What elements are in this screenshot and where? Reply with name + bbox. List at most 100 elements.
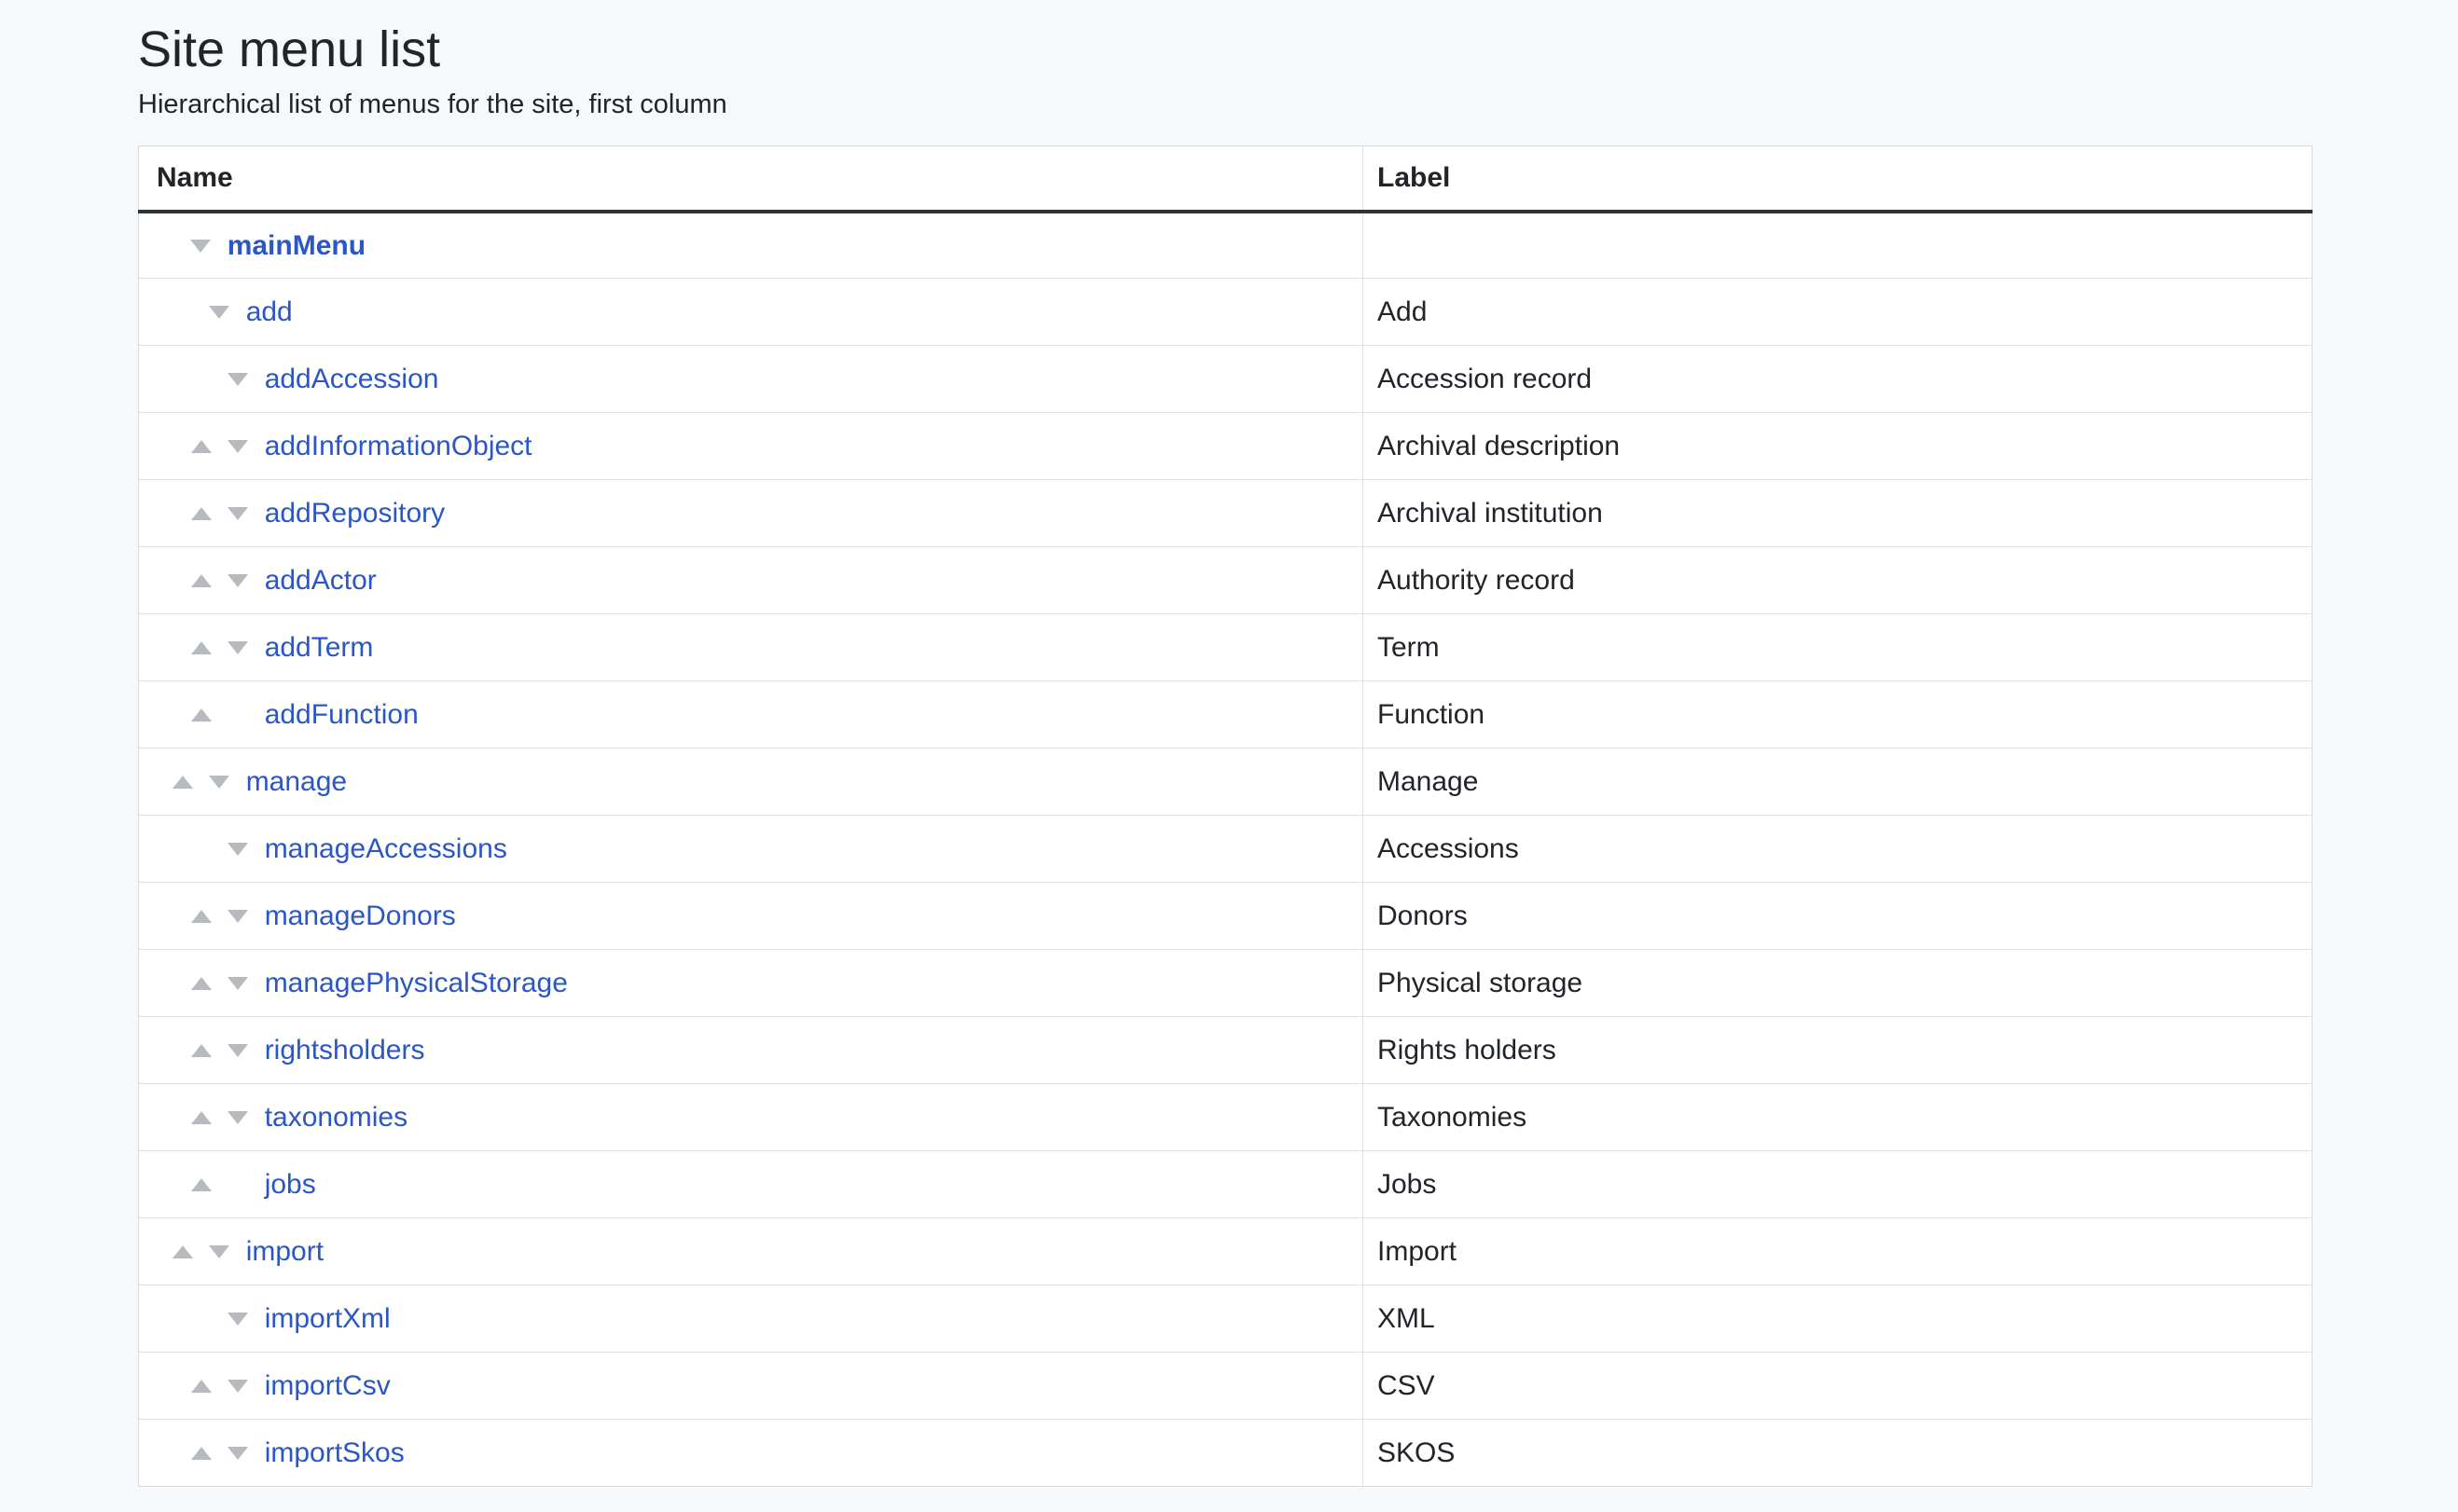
menu-name-cell: add bbox=[139, 279, 1363, 346]
table-row: add Add bbox=[139, 279, 2313, 346]
menu-name-link[interactable]: importXml bbox=[265, 1303, 391, 1334]
move-down-icon[interactable] bbox=[209, 306, 229, 319]
table-row: addInformationObject Archival descriptio… bbox=[139, 413, 2313, 480]
move-down-icon[interactable] bbox=[228, 910, 248, 923]
menu-name-link[interactable]: addActor bbox=[265, 565, 377, 596]
menu-name-link[interactable]: addFunction bbox=[265, 699, 419, 730]
menu-label: CSV bbox=[1363, 1353, 2313, 1420]
table-row: importXml XML bbox=[139, 1285, 2313, 1353]
menu-name-link[interactable]: addAccession bbox=[265, 364, 439, 394]
move-down-icon[interactable] bbox=[228, 507, 248, 520]
menu-label: XML bbox=[1363, 1285, 2313, 1353]
move-up-icon[interactable] bbox=[191, 1447, 212, 1460]
table-row: jobs Jobs bbox=[139, 1151, 2313, 1218]
menu-label: Taxonomies bbox=[1363, 1084, 2313, 1151]
move-up-icon[interactable] bbox=[191, 708, 212, 722]
menu-label: Import bbox=[1363, 1218, 2313, 1285]
menu-name-link[interactable]: rightsholders bbox=[265, 1035, 425, 1065]
move-down-icon[interactable] bbox=[228, 977, 248, 990]
move-down-icon[interactable] bbox=[228, 1380, 248, 1393]
move-down-icon[interactable] bbox=[228, 1044, 248, 1057]
table-row: mainMenu bbox=[139, 212, 2313, 279]
move-down-icon[interactable] bbox=[190, 240, 211, 253]
menu-label: Term bbox=[1363, 614, 2313, 681]
table-row: addAccession Accession record bbox=[139, 346, 2313, 413]
move-up-icon[interactable] bbox=[191, 574, 212, 587]
menu-name-cell: mainMenu bbox=[139, 212, 1363, 279]
table-body: mainMenu add Add addAccession Accession … bbox=[139, 212, 2313, 1487]
menu-name-link[interactable]: manageDonors bbox=[265, 900, 456, 931]
move-up-icon[interactable] bbox=[191, 1380, 212, 1393]
menu-name-link[interactable]: manageAccessions bbox=[265, 833, 507, 864]
menu-name-cell: importCsv bbox=[139, 1353, 1363, 1420]
move-up-icon[interactable] bbox=[191, 440, 212, 453]
menu-name-link[interactable]: importCsv bbox=[265, 1370, 391, 1401]
move-up-icon[interactable] bbox=[191, 507, 212, 520]
menu-name-link[interactable]: taxonomies bbox=[265, 1102, 407, 1133]
menu-name-link[interactable]: addRepository bbox=[265, 498, 445, 529]
menu-name-cell: addRepository bbox=[139, 480, 1363, 547]
menu-name-cell: managePhysicalStorage bbox=[139, 950, 1363, 1017]
menu-label: Archival description bbox=[1363, 413, 2313, 480]
menu-name-cell: rightsholders bbox=[139, 1017, 1363, 1084]
move-up-icon[interactable] bbox=[191, 641, 212, 654]
menu-name-cell: manage bbox=[139, 749, 1363, 816]
column-header-name: Name bbox=[139, 145, 1363, 212]
menu-label: Donors bbox=[1363, 883, 2313, 950]
move-up-icon[interactable] bbox=[191, 977, 212, 990]
site-menu-table: Name Label mainMenu add Add addAccession… bbox=[138, 145, 2313, 1488]
menu-label: Archival institution bbox=[1363, 480, 2313, 547]
table-row: manage Manage bbox=[139, 749, 2313, 816]
menu-name-cell: manageAccessions bbox=[139, 816, 1363, 883]
menu-name-cell: addActor bbox=[139, 547, 1363, 614]
menu-name-cell: addFunction bbox=[139, 681, 1363, 749]
menu-label: Accession record bbox=[1363, 346, 2313, 413]
move-down-icon[interactable] bbox=[228, 843, 248, 856]
table-row: managePhysicalStorage Physical storage bbox=[139, 950, 2313, 1017]
move-up-icon[interactable] bbox=[173, 1245, 193, 1258]
move-down-icon[interactable] bbox=[209, 1245, 229, 1258]
table-row: import Import bbox=[139, 1218, 2313, 1285]
menu-label: Authority record bbox=[1363, 547, 2313, 614]
table-header: Name Label bbox=[139, 145, 2313, 212]
table-row: addFunction Function bbox=[139, 681, 2313, 749]
page-subtitle: Hierarchical list of menus for the site,… bbox=[138, 88, 2313, 123]
move-down-icon[interactable] bbox=[228, 1447, 248, 1460]
move-up-icon[interactable] bbox=[191, 1111, 212, 1124]
table-row: manageDonors Donors bbox=[139, 883, 2313, 950]
menu-label: Manage bbox=[1363, 749, 2313, 816]
menu-label: Rights holders bbox=[1363, 1017, 2313, 1084]
table-row: addTerm Term bbox=[139, 614, 2313, 681]
menu-name-link[interactable]: jobs bbox=[265, 1169, 316, 1200]
menu-label: Add bbox=[1363, 279, 2313, 346]
menu-name-cell: addAccession bbox=[139, 346, 1363, 413]
menu-name-cell: import bbox=[139, 1218, 1363, 1285]
move-down-icon[interactable] bbox=[228, 440, 248, 453]
menu-label: SKOS bbox=[1363, 1420, 2313, 1487]
move-down-icon[interactable] bbox=[228, 641, 248, 654]
move-up-icon[interactable] bbox=[173, 776, 193, 789]
move-down-icon[interactable] bbox=[228, 1313, 248, 1326]
move-down-icon[interactable] bbox=[209, 776, 229, 789]
menu-name-link[interactable]: manage bbox=[246, 766, 347, 797]
move-down-icon[interactable] bbox=[228, 373, 248, 386]
move-down-icon[interactable] bbox=[228, 574, 248, 587]
move-up-icon[interactable] bbox=[191, 1178, 212, 1191]
table-row: addRepository Archival institution bbox=[139, 480, 2313, 547]
menu-name-link[interactable]: addTerm bbox=[265, 632, 374, 663]
column-header-label: Label bbox=[1363, 145, 2313, 212]
menu-label: Physical storage bbox=[1363, 950, 2313, 1017]
table-row: importCsv CSV bbox=[139, 1353, 2313, 1420]
table-header-row: Name Label bbox=[139, 145, 2313, 212]
menu-name-link[interactable]: managePhysicalStorage bbox=[265, 968, 568, 998]
move-down-icon[interactable] bbox=[228, 1111, 248, 1124]
move-up-icon[interactable] bbox=[191, 910, 212, 923]
page-content: Site menu list Hierarchical list of menu… bbox=[138, 0, 2313, 1487]
menu-name-link[interactable]: mainMenu bbox=[228, 230, 366, 261]
menu-name-link[interactable]: import bbox=[246, 1236, 324, 1267]
menu-name-link[interactable]: add bbox=[246, 296, 293, 327]
menu-name-link[interactable]: importSkos bbox=[265, 1437, 405, 1468]
move-up-icon[interactable] bbox=[191, 1044, 212, 1057]
menu-name-cell: importSkos bbox=[139, 1420, 1363, 1487]
menu-name-link[interactable]: addInformationObject bbox=[265, 431, 532, 461]
